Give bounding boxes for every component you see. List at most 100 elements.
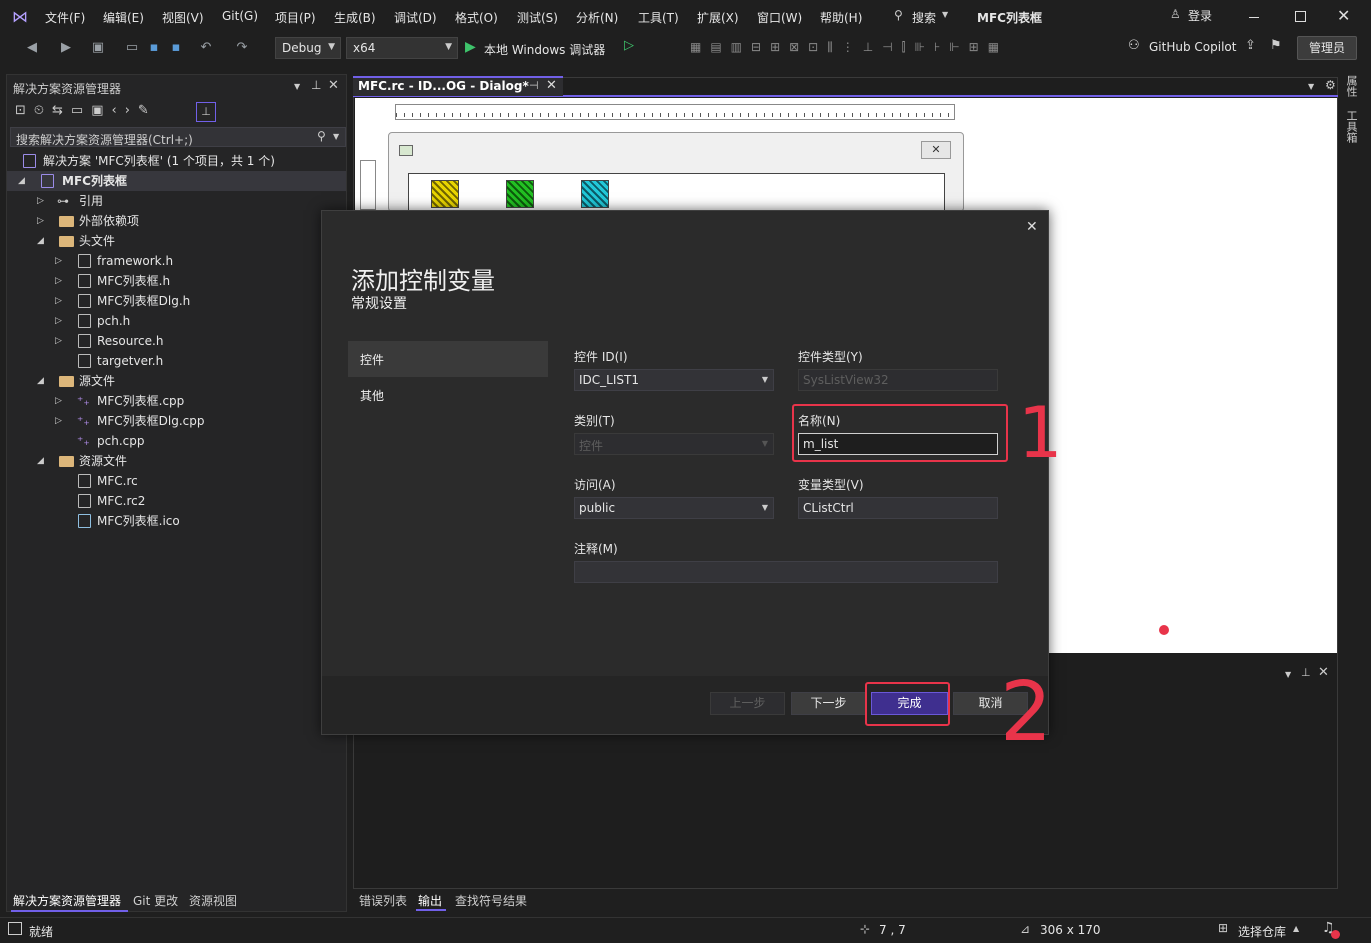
image-file-icon — [78, 514, 91, 528]
menu-help[interactable]: 帮助(H) — [820, 9, 862, 26]
project-icon — [41, 174, 54, 188]
next-button[interactable]: 下一步 — [791, 692, 866, 715]
menu-file[interactable]: 文件(F) — [45, 9, 85, 26]
tab-solution-explorer[interactable]: 解决方案资源管理器 — [13, 892, 121, 909]
solution-search-input[interactable]: 搜索解决方案资源管理器(Ctrl+;) ⚲ ▼ — [10, 127, 346, 147]
preview-toggle-icon[interactable]: ⊥ — [196, 102, 216, 122]
search-box[interactable]: ⚲ 搜索 ▼ — [890, 6, 958, 28]
new-item-icon[interactable]: ▣ — [88, 39, 108, 57]
position-icon: ⊹ — [860, 922, 871, 936]
collapsed-icon: ▷ — [37, 216, 44, 226]
var-type-field[interactable]: CListCtrl — [798, 497, 998, 519]
minimize-button[interactable] — [1249, 17, 1259, 18]
project-node[interactable]: ◢ MFC列表框 — [7, 171, 346, 191]
search-label: 搜索 — [912, 11, 937, 25]
status-bar: 就绪 ⊹ 7 , 7 ⊿ 306 x 170 ⊞ 选择仓库 ▲ ♫ — [0, 917, 1371, 943]
tab-git-changes[interactable]: Git 更改 — [133, 892, 178, 909]
tree-label: targetver.h — [97, 354, 164, 368]
menu-analyze[interactable]: 分析(N) — [576, 9, 618, 26]
add-control-variable-dialog: ✕ 添加控制变量 常规设置 控件 其他 控件 ID(I) IDC_LIST1 ▼… — [321, 210, 1049, 735]
tab-output[interactable]: 输出 — [418, 892, 442, 909]
platform-select[interactable]: x64 ▼ — [346, 37, 458, 59]
open-icon[interactable]: ▭ — [122, 39, 142, 57]
dialog-preview-icon — [399, 145, 413, 156]
menu-project[interactable]: 项目(P) — [275, 9, 316, 26]
admin-badge: 管理员 — [1297, 36, 1357, 60]
undo-icon[interactable]: ↶ — [196, 39, 216, 57]
status-ready-icon — [8, 922, 22, 935]
close-window-button[interactable]: ✕ — [1337, 6, 1350, 25]
menu-extensions[interactable]: 扩展(X) — [697, 9, 739, 26]
comment-input[interactable] — [574, 561, 998, 583]
run-debugger-button[interactable]: ▶ 本地 Windows 调试器 — [465, 38, 615, 58]
tab-label: MFC.rc - ID...OG - Dialog* — [358, 79, 529, 93]
menu-tools[interactable]: 工具(T) — [638, 9, 679, 26]
editor-settings-icon[interactable]: ⚙ — [1325, 78, 1336, 92]
login-link[interactable]: 登录 — [1188, 7, 1212, 24]
feedback-icon[interactable]: ⚑ — [1270, 38, 1282, 53]
pin-icon[interactable]: ⊥ — [311, 78, 321, 92]
back-icon[interactable]: ◀ — [22, 39, 42, 57]
menu-test[interactable]: 测试(S) — [517, 9, 558, 26]
category-value: 控件 — [579, 439, 604, 453]
output-dropdown-icon[interactable]: ▼ — [1285, 670, 1291, 679]
nav-label: 控件 — [360, 353, 385, 367]
rail-properties[interactable]: 属性 — [1345, 75, 1359, 97]
share-icon[interactable]: ⇪ — [1245, 38, 1256, 53]
select-repo-button[interactable]: 选择仓库 — [1238, 923, 1286, 940]
panel-dropdown-icon[interactable]: ▼ — [294, 82, 300, 91]
tab-error-list[interactable]: 错误列表 — [359, 892, 407, 909]
menu-debug[interactable]: 调试(D) — [394, 9, 437, 26]
nav-label: 其他 — [360, 389, 385, 403]
save-icon[interactable]: ▪ — [144, 39, 164, 57]
control-id-label: 控件 ID(I) — [574, 350, 628, 364]
forward-icon[interactable]: ▶ — [56, 39, 76, 57]
size-icon: ⊿ — [1020, 922, 1031, 936]
control-id-value: IDC_LIST1 — [579, 373, 639, 387]
solution-label: 解决方案 'MFC列表框' (1 个项目，共 1 个) — [43, 154, 275, 168]
menu-git[interactable]: Git(G) — [222, 9, 258, 23]
header-file-icon — [78, 334, 91, 348]
config-select[interactable]: Debug ▼ — [275, 37, 341, 59]
copilot-button[interactable]: GitHub Copilot — [1149, 40, 1236, 54]
tab-close-icon[interactable]: ✕ — [546, 78, 557, 93]
tree-label: 头文件 — [79, 234, 116, 248]
expanded-icon: ◢ — [37, 456, 44, 466]
list-control-preview[interactable] — [408, 173, 945, 213]
dialog-close-icon[interactable]: ✕ — [1026, 219, 1038, 235]
tab-resource-view[interactable]: 资源视图 — [189, 892, 237, 909]
nav-item-controls[interactable]: 控件 — [348, 341, 548, 377]
category-select: 控件 ▼ — [574, 433, 774, 455]
tab-find-symbol-results[interactable]: 查找符号结果 — [455, 892, 527, 909]
control-id-select[interactable]: IDC_LIST1 ▼ — [574, 369, 774, 391]
platform-value: x64 — [353, 41, 376, 55]
rail-toolbox[interactable]: 工具箱 — [1345, 110, 1359, 143]
save-all-icon[interactable]: ▪ — [166, 39, 186, 57]
menu-window[interactable]: 窗口(W) — [757, 9, 802, 26]
menu-format[interactable]: 格式(O) — [455, 9, 498, 26]
access-select[interactable]: public ▼ — [574, 497, 774, 519]
tree-label: 引用 — [79, 194, 104, 208]
redo-icon[interactable]: ↷ — [232, 39, 252, 57]
tree-label: MFC.rc2 — [97, 494, 146, 508]
search-options-icon[interactable]: ▼ — [333, 132, 339, 141]
tab-dialog-resource[interactable]: MFC.rc - ID...OG - Dialog* ⊣ ✕ — [353, 76, 563, 96]
menu-view[interactable]: 视图(V) — [162, 9, 204, 26]
menu-edit[interactable]: 编辑(E) — [103, 9, 144, 26]
editor-dropdown-icon[interactable]: ▼ — [1308, 82, 1314, 91]
dialog-preview[interactable]: ✕ — [388, 132, 964, 213]
start-without-debug-icon[interactable]: ▷ — [624, 38, 634, 53]
maximize-button[interactable] — [1295, 11, 1306, 22]
menu-build[interactable]: 生成(B) — [334, 9, 376, 26]
dialog-preview-close-button[interactable]: ✕ — [921, 141, 951, 159]
panel-toolbar-icons[interactable]: ⊡⏲⇆▭▣‹›✎ — [15, 103, 157, 118]
output-pin-icon[interactable]: ⊥ — [1301, 666, 1311, 679]
collapsed-icon: ▷ — [37, 196, 44, 206]
access-value: public — [579, 501, 616, 515]
tree-label: MFC列表框.cpp — [97, 394, 185, 408]
output-close-icon[interactable]: ✕ — [1318, 665, 1329, 680]
prev-button[interactable]: 上一步 — [710, 692, 785, 715]
pin-icon[interactable]: ⊣ — [529, 79, 539, 92]
panel-close-icon[interactable]: ✕ — [328, 78, 339, 93]
nav-item-other[interactable]: 其他 — [348, 377, 548, 413]
